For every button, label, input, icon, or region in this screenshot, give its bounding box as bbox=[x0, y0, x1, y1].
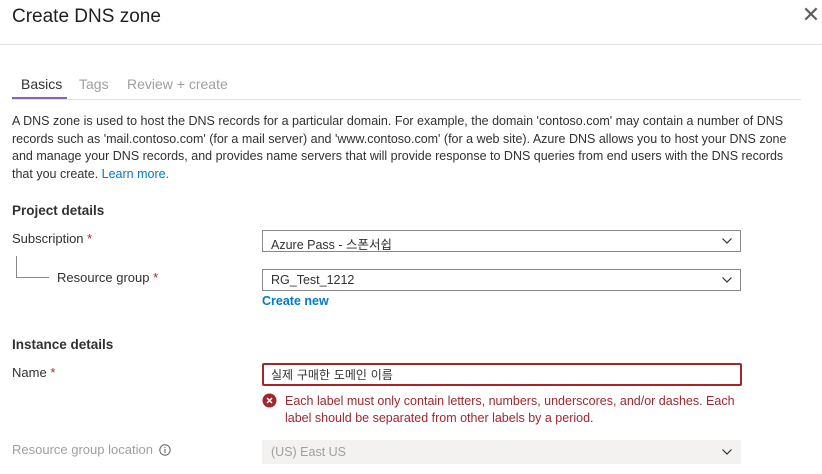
close-icon[interactable]: ✕ bbox=[797, 2, 822, 30]
tab-basics[interactable]: Basics bbox=[21, 76, 62, 92]
learn-more-link[interactable]: Learn more. bbox=[102, 167, 169, 181]
resource-group-label: Resource group * bbox=[57, 270, 159, 285]
instance-details-heading: Instance details bbox=[12, 337, 114, 352]
resource-group-location-label: Resource group location bbox=[12, 442, 171, 457]
resource-group-location-dropdown: (US) East US bbox=[262, 440, 741, 464]
zone-description: A DNS zone is used to host the DNS recor… bbox=[12, 113, 802, 183]
page-title: Create DNS zone bbox=[12, 6, 161, 27]
resource-group-value: RG_Test_1212 bbox=[271, 273, 355, 287]
required-marker: * bbox=[50, 365, 56, 380]
subscription-label: Subscription * bbox=[12, 231, 93, 246]
tree-connector bbox=[16, 277, 49, 278]
blade-header: Create DNS zone ✕ bbox=[0, 0, 822, 45]
required-marker: * bbox=[153, 270, 159, 285]
subscription-value: Azure Pass - 스폰서쉽 bbox=[271, 238, 393, 252]
create-new-link[interactable]: Create new bbox=[262, 294, 329, 308]
name-label: Name * bbox=[12, 365, 56, 380]
required-marker: * bbox=[87, 231, 93, 246]
tab-bar: Basics Tags Review + create bbox=[12, 72, 801, 100]
error-icon bbox=[262, 393, 277, 408]
name-error-message: Each label must only contain letters, nu… bbox=[285, 394, 735, 425]
name-input[interactable] bbox=[271, 365, 731, 384]
tab-review-create[interactable]: Review + create bbox=[127, 76, 228, 92]
active-tab-indicator bbox=[12, 97, 67, 99]
info-icon[interactable] bbox=[158, 444, 171, 456]
resource-group-dropdown[interactable]: RG_Test_1212 bbox=[262, 269, 741, 291]
tree-connector bbox=[16, 256, 17, 277]
chevron-down-icon bbox=[722, 277, 732, 283]
chevron-down-icon bbox=[722, 238, 732, 244]
project-details-heading: Project details bbox=[12, 203, 105, 218]
location-value: (US) East US bbox=[271, 445, 347, 459]
subscription-dropdown[interactable]: Azure Pass - 스폰서쉽 bbox=[262, 230, 741, 252]
tab-tags[interactable]: Tags bbox=[79, 76, 109, 92]
name-field[interactable] bbox=[262, 363, 742, 386]
chevron-down-icon bbox=[722, 449, 732, 455]
